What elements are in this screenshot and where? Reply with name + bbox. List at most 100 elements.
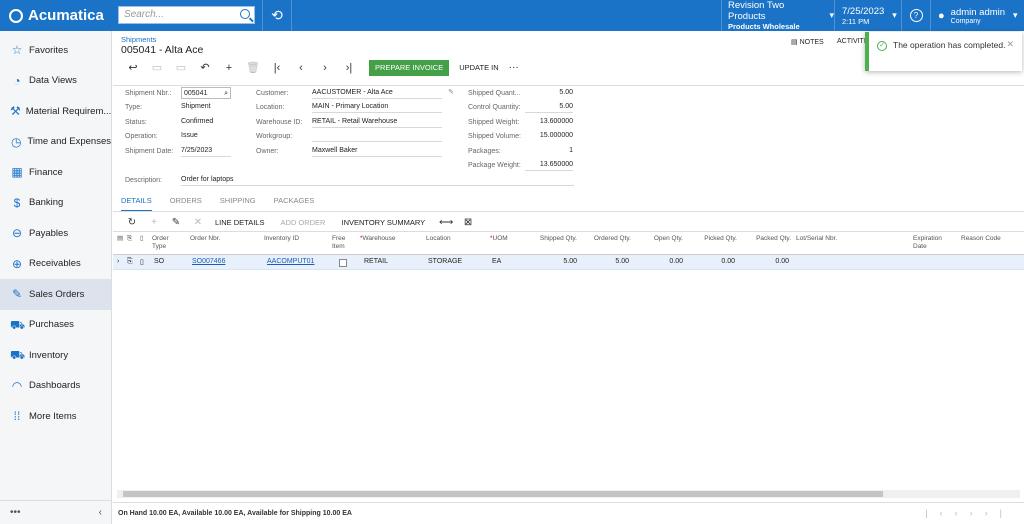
free-item-checkbox[interactable]: [339, 259, 347, 267]
sidebar-item-dashboards[interactable]: ◠ Dashboards: [0, 371, 111, 402]
col-warehouse[interactable]: *Warehouse: [360, 235, 396, 243]
first-page-icon[interactable]: |‹: [925, 508, 954, 518]
activities-link[interactable]: ACTIVITI: [837, 38, 866, 45]
refresh-icon[interactable]: ↻: [121, 217, 143, 228]
user-menu[interactable]: ● admin admin Company ▾: [930, 0, 1024, 31]
col-free-item[interactable]: Free Item: [332, 235, 354, 251]
add-order-button[interactable]: ADD ORDER: [280, 218, 325, 227]
sidebar-item-sales-orders[interactable]: ✎ Sales Orders: [0, 279, 111, 310]
search-icon[interactable]: ⌕: [224, 88, 228, 100]
pencil-icon[interactable]: ✎: [448, 87, 454, 99]
save-close-icon[interactable]: ▭: [169, 61, 193, 74]
sidebar-item-purchases[interactable]: ⛟ Purchases: [0, 310, 111, 341]
cell-location[interactable]: STORAGE: [428, 258, 462, 265]
inventory-summary-button[interactable]: INVENTORY SUMMARY: [341, 218, 425, 227]
col-reason-code[interactable]: Reason Code: [961, 235, 1001, 243]
previous-record-icon[interactable]: ‹: [289, 62, 313, 74]
help-button[interactable]: ?: [901, 0, 930, 31]
cell-uom[interactable]: EA: [492, 258, 501, 265]
cell-packed-qty[interactable]: 0.00: [745, 258, 789, 265]
sidebar-item-finance[interactable]: ▦ Finance: [0, 157, 111, 188]
date-selector[interactable]: 7/25/2023 2:11 PM ▾: [834, 0, 901, 31]
line-details-button[interactable]: LINE DETAILS: [215, 218, 264, 227]
expand-row-icon[interactable]: ›: [117, 258, 119, 265]
sidebar-item-favorites[interactable]: ☆ Favorites: [0, 35, 111, 66]
col-order-type[interactable]: Order Type: [152, 235, 184, 251]
search-input[interactable]: Search...: [118, 6, 255, 24]
delete-icon[interactable]: 🗑: [241, 61, 265, 74]
next-record-icon[interactable]: ›: [313, 62, 337, 74]
prepare-invoice-button[interactable]: PREPARE INVOICE: [369, 59, 450, 76]
undo-icon[interactable]: ↶: [193, 61, 217, 74]
add-icon[interactable]: +: [217, 62, 241, 74]
workgroup-field[interactable]: [312, 130, 442, 142]
cell-open-qty[interactable]: 0.00: [641, 258, 683, 265]
tab-details[interactable]: DETAILS: [121, 196, 152, 212]
update-in-button[interactable]: UPDATE IN: [459, 63, 498, 72]
tab-shipping[interactable]: SHIPPING: [220, 196, 256, 212]
table-row[interactable]: › ⎘ ▯ SO SO007466 AACOMPUT01 RETAIL STOR…: [113, 255, 1024, 270]
first-record-icon[interactable]: |‹: [265, 62, 289, 74]
cell-picked-qty[interactable]: 0.00: [693, 258, 735, 265]
horizontal-scrollbar[interactable]: [117, 490, 1020, 498]
last-page-icon[interactable]: ›|: [985, 508, 1014, 518]
col-uom[interactable]: *UOM: [490, 235, 508, 243]
shipment-date-field[interactable]: 7/25/2023: [181, 145, 231, 157]
col-order-nbr[interactable]: Order Nbr.: [190, 235, 220, 243]
previous-page-icon[interactable]: ‹: [955, 508, 970, 518]
note-icon[interactable]: ▯: [140, 258, 144, 266]
close-icon[interactable]: ✕: [1006, 39, 1014, 49]
sidebar-item-material-requirements[interactable]: ⚒ Material Requirem...: [0, 96, 111, 127]
col-inventory-id[interactable]: Inventory ID: [264, 235, 299, 243]
sidebar-item-inventory[interactable]: ⛟ Inventory: [0, 340, 111, 371]
acumatica-logo[interactable]: Acumatica: [0, 0, 112, 31]
sidebar-item-data-views[interactable]: ◔ Data Views: [0, 66, 111, 97]
col-packed-qty[interactable]: Packed Qty.: [745, 235, 791, 243]
col-lot-serial[interactable]: Lot/Serial Nbr.: [796, 235, 837, 243]
export-excel-icon[interactable]: ⊠: [457, 217, 479, 228]
sidebar-item-banking[interactable]: $ Banking: [0, 188, 111, 219]
cell-ordered-qty[interactable]: 5.00: [587, 258, 629, 265]
tab-packages[interactable]: PACKAGES: [274, 196, 315, 212]
location-field[interactable]: MAIN - Primary Location: [312, 101, 442, 113]
sidebar-item-more-items[interactable]: ⁞⁞ More Items: [0, 401, 111, 432]
description-field[interactable]: Order for laptops: [181, 174, 574, 186]
collapse-sidebar-icon[interactable]: ‹: [99, 507, 102, 518]
search-icon[interactable]: [240, 9, 250, 19]
col-expiration-date[interactable]: Expiration Date: [913, 235, 951, 251]
notes-link[interactable]: ▤ NOTES: [791, 38, 824, 46]
add-row-icon[interactable]: +: [143, 217, 165, 228]
history-icon[interactable]: ⟲: [262, 0, 292, 31]
cell-inventory-id[interactable]: AACOMPUT01: [267, 258, 314, 265]
control-quantity-field[interactable]: 5.00: [525, 101, 573, 113]
save-icon[interactable]: ▭: [145, 61, 169, 74]
back-arrow-icon[interactable]: ↩: [121, 61, 145, 74]
next-page-icon[interactable]: ›: [970, 508, 985, 518]
col-ordered-qty[interactable]: Ordered Qty.: [587, 235, 631, 243]
cell-order-nbr[interactable]: SO007466: [192, 258, 225, 265]
warehouse-field[interactable]: RETAIL - Retail Warehouse: [312, 116, 442, 128]
more-options-icon[interactable]: •••: [10, 507, 21, 518]
branch-selector[interactable]: Revision Two Products Products Wholesale…: [721, 0, 834, 31]
edit-icon[interactable]: ✎: [165, 217, 187, 228]
delete-row-icon[interactable]: ✕: [187, 217, 209, 228]
owner-field[interactable]: Maxwell Baker: [312, 145, 442, 157]
sidebar-item-receivables[interactable]: ⊕ Receivables: [0, 249, 111, 280]
fit-columns-icon[interactable]: ⟷: [435, 217, 457, 228]
last-record-icon[interactable]: ›|: [337, 62, 361, 74]
cell-shipped-qty[interactable]: 5.00: [537, 258, 577, 265]
cell-order-type[interactable]: SO: [154, 258, 164, 265]
col-shipped-qty[interactable]: Shipped Qty.: [537, 235, 577, 243]
col-open-qty[interactable]: Open Qty.: [641, 235, 683, 243]
col-location[interactable]: Location: [426, 235, 451, 243]
tab-orders[interactable]: ORDERS: [170, 196, 202, 212]
attachment-icon[interactable]: ⎘: [127, 258, 133, 266]
shipment-nbr-field[interactable]: 005041 ⌕: [181, 87, 231, 99]
customer-field[interactable]: AACUSTOMER - Alta Ace ✎: [312, 87, 454, 99]
breadcrumb[interactable]: Shipments: [121, 35, 156, 44]
more-actions-icon[interactable]: ···: [509, 62, 519, 73]
scrollbar-thumb[interactable]: [123, 491, 883, 497]
col-picked-qty[interactable]: Picked Qty.: [693, 235, 737, 243]
sidebar-item-time-and-expenses[interactable]: ◷ Time and Expenses: [0, 127, 111, 158]
sidebar-item-payables[interactable]: ⊖ Payables: [0, 218, 111, 249]
